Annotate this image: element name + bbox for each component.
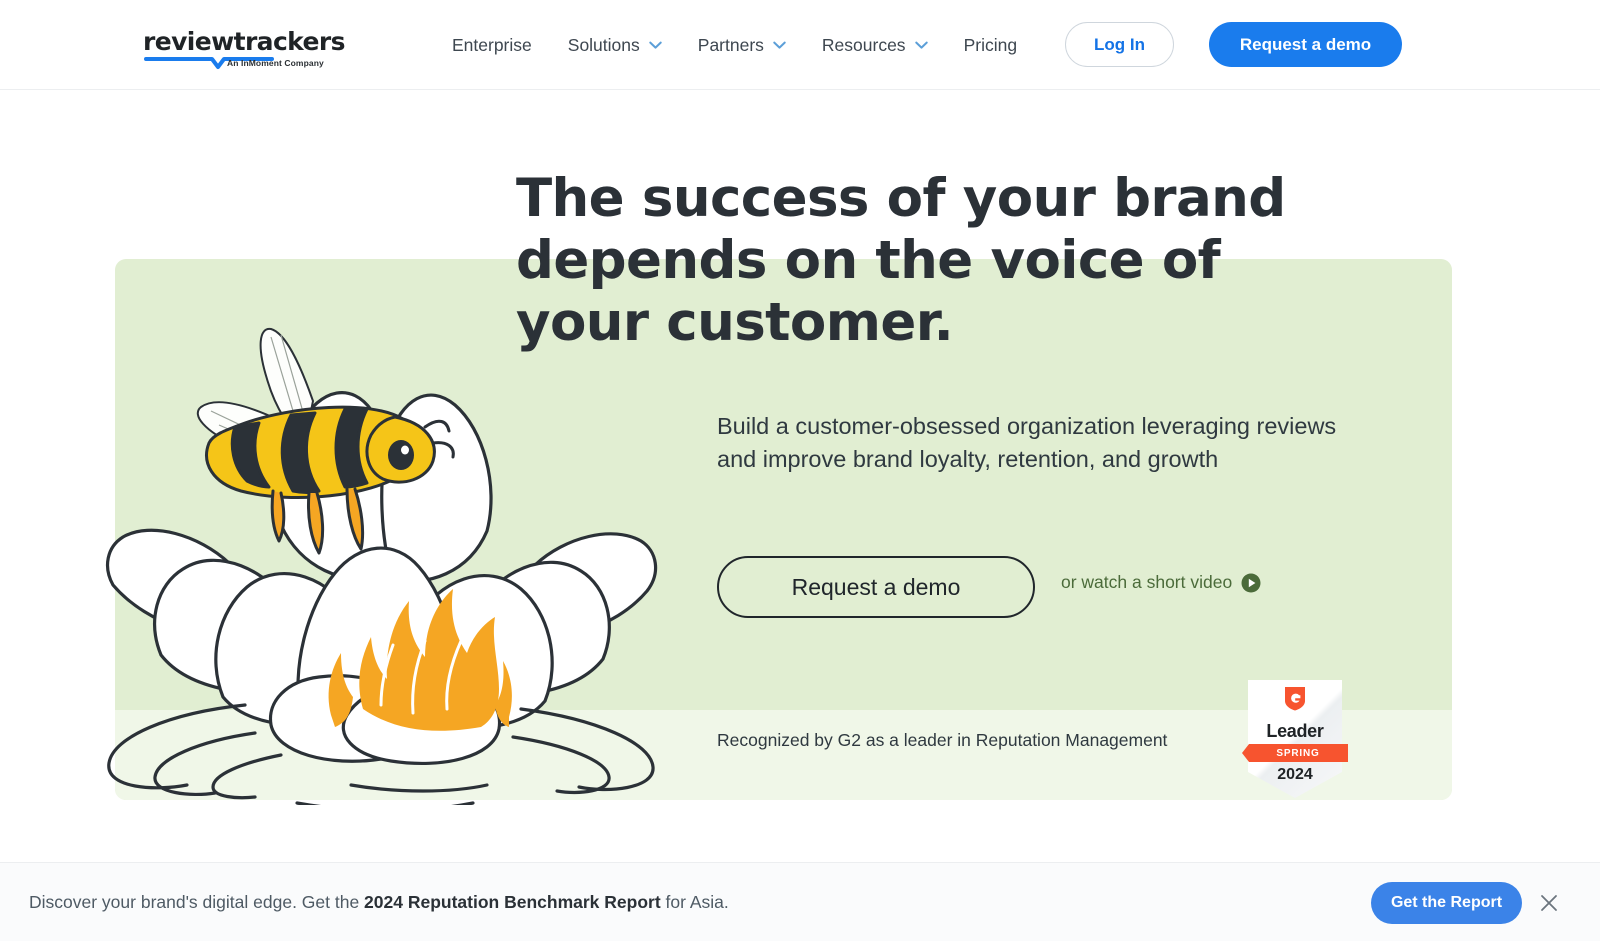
nav-label: Solutions [567, 35, 640, 55]
promo-banner-text: Discover your brand's digital edge. Get … [29, 892, 729, 913]
request-demo-hero-button[interactable]: Request a demo [717, 556, 1035, 618]
nav-item-pricing[interactable]: Pricing [964, 29, 1018, 61]
badge-season-label: SPRING [1276, 747, 1320, 759]
chevron-down-icon [773, 41, 786, 49]
nav-label: Pricing [963, 35, 1018, 55]
badge-season-ribbon: SPRING [1242, 744, 1348, 762]
nav-item-solutions[interactable]: Solutions [568, 29, 662, 61]
nav-item-resources[interactable]: Resources [822, 29, 928, 61]
close-banner-button[interactable] [1537, 891, 1561, 915]
g2-logo-icon [1285, 687, 1305, 711]
nav-item-partners[interactable]: Partners [698, 29, 786, 61]
nav-label: Resources [821, 35, 906, 55]
chevron-down-icon [649, 41, 662, 49]
page-title: The success of your brand depends on the… [516, 168, 1286, 353]
site-logo[interactable]: reviewtrackers An InMoment Company [143, 27, 346, 75]
g2-recognition-text: Recognized by G2 as a leader in Reputati… [717, 730, 1168, 750]
badge-year-label: 2024 [1277, 766, 1313, 783]
close-icon [1541, 895, 1557, 911]
main-navigation: Enterprise Solutions Partners Resources … [452, 29, 1017, 61]
badge-award-label: Leader [1266, 721, 1324, 741]
nav-item-enterprise[interactable]: Enterprise [452, 29, 532, 61]
request-demo-header-button[interactable]: Request a demo [1209, 22, 1402, 67]
site-header: reviewtrackers An InMoment Company Enter… [0, 0, 1600, 90]
promo-banner: Discover your brand's digital edge. Get … [0, 862, 1600, 941]
watch-video-link[interactable]: or watch a short video [1061, 572, 1261, 593]
lotus-flower-with-bee-illustration [105, 327, 658, 805]
logo-wordmark: reviewtrackers [143, 27, 346, 56]
nav-label: Partners [697, 35, 764, 55]
nav-label: Enterprise [452, 35, 532, 55]
play-circle-icon [1241, 573, 1261, 592]
watch-video-label: or watch a short video [1061, 572, 1233, 592]
promo-text-highlight: 2024 Reputation Benchmark Report [364, 892, 661, 912]
g2-leader-badge: Leader SPRING 2024 [1242, 680, 1348, 798]
login-button[interactable]: Log In [1065, 22, 1174, 67]
hero-section: The success of your brand depends on the… [0, 90, 1600, 862]
get-report-button[interactable]: Get the Report [1371, 882, 1522, 924]
chevron-down-icon [914, 41, 928, 49]
hero-subheadline: Build a customer-obsessed organization l… [717, 413, 1337, 472]
promo-text-after: for Asia. [660, 892, 729, 912]
promo-text-before: Discover your brand's digital edge. Get … [29, 892, 365, 912]
logo-tagline: An InMoment Company [227, 58, 324, 68]
